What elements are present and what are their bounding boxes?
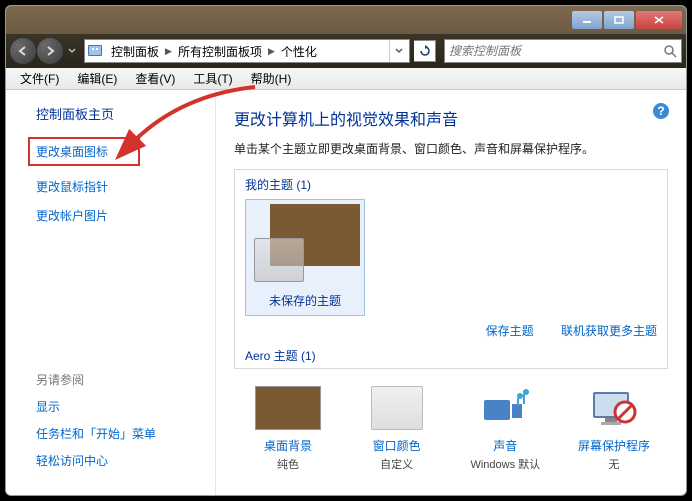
page-title: 更改计算机上的视觉效果和声音	[234, 106, 668, 130]
refresh-icon	[419, 45, 431, 57]
minimize-icon	[582, 16, 592, 24]
maximize-icon	[614, 16, 624, 24]
forward-button[interactable]	[37, 38, 63, 64]
close-icon	[654, 16, 664, 24]
get-online-themes-link[interactable]: 联机获取更多主题	[561, 324, 657, 338]
screensaver-link[interactable]: 屏幕保护程序	[564, 437, 664, 454]
themes-panel: 我的主题 (1) 未保存的主题 保存主题 联机获取更多主题 Aero 主题 (1…	[234, 169, 668, 369]
navbar: 控制面板 ▶ 所有控制面板项 ▶ 个性化	[6, 34, 686, 68]
see-also-display[interactable]: 显示	[36, 398, 156, 415]
sidebar-home-link[interactable]: 控制面板主页	[36, 104, 207, 123]
sound-icon	[455, 383, 555, 433]
menubar: 文件(F) 编辑(E) 查看(V) 工具(T) 帮助(H)	[6, 68, 686, 90]
theme-thumbnail	[250, 204, 360, 286]
see-also-taskbar[interactable]: 任务栏和「开始」菜单	[36, 425, 156, 442]
screensaver-icon	[564, 383, 664, 433]
sidebar-change-account-picture[interactable]: 更改帐户图片	[36, 207, 207, 224]
help-button[interactable]: ?	[652, 102, 670, 120]
see-also-section: 另请参阅 显示 任务栏和「开始」菜单 轻松访问中心	[36, 371, 156, 479]
back-button[interactable]	[10, 38, 36, 64]
window-color-value: 自定义	[380, 459, 413, 471]
sidebar: 控制面板主页 更改桌面图标 更改鼠标指针 更改帐户图片 另请参阅 显示 任务栏和…	[6, 90, 216, 495]
sidebar-change-mouse-pointer[interactable]: 更改鼠标指针	[36, 178, 207, 195]
sound-col: 声音 Windows 默认	[455, 383, 555, 472]
history-dropdown[interactable]	[64, 38, 80, 64]
theme-glass-swatch	[254, 238, 304, 282]
screensaver-col: 屏幕保护程序 无	[564, 383, 664, 472]
window: 控制面板 ▶ 所有控制面板项 ▶ 个性化 文件(F) 编辑(E) 查看(V) 工…	[5, 5, 687, 496]
main-pane: ? 更改计算机上的视觉效果和声音 单击某个主题立即更改桌面背景、窗口颜色、声音和…	[216, 90, 686, 495]
see-also-ease-of-access[interactable]: 轻松访问中心	[36, 452, 156, 469]
save-theme-link[interactable]: 保存主题	[486, 324, 534, 338]
menu-view[interactable]: 查看(V)	[127, 68, 183, 89]
menu-help[interactable]: 帮助(H)	[243, 68, 300, 89]
sound-link[interactable]: 声音	[455, 437, 555, 454]
sound-value: Windows 默认	[470, 459, 540, 471]
search-icon	[663, 44, 677, 58]
desktop-background-col: 桌面背景 纯色	[238, 383, 338, 472]
chevron-right-icon: ▶	[266, 46, 277, 57]
window-color-col: 窗口颜色 自定义	[347, 383, 447, 472]
control-panel-icon	[87, 43, 103, 59]
arrow-right-icon	[44, 45, 56, 57]
see-also-heading: 另请参阅	[36, 371, 156, 388]
settings-row: 桌面背景 纯色 窗口颜色 自定义 声音 Windows 默认	[234, 383, 668, 472]
minimize-button[interactable]	[572, 11, 602, 29]
chevron-down-icon	[68, 48, 76, 54]
breadcrumb-item-0[interactable]: 控制面板	[107, 40, 163, 62]
menu-file[interactable]: 文件(F)	[12, 68, 67, 89]
window-color-swatch	[347, 383, 447, 433]
page-description: 单击某个主题立即更改桌面背景、窗口颜色、声音和屏幕保护程序。	[234, 140, 668, 157]
chevron-right-icon: ▶	[163, 46, 174, 57]
screensaver-value: 无	[608, 459, 619, 471]
desktop-background-swatch	[238, 383, 338, 433]
desktop-background-value: 纯色	[277, 459, 299, 471]
window-color-link[interactable]: 窗口颜色	[347, 437, 447, 454]
arrow-left-icon	[17, 45, 29, 57]
aero-themes-heading: Aero 主题 (1)	[245, 347, 657, 364]
content: 控制面板主页 更改桌面图标 更改鼠标指针 更改帐户图片 另请参阅 显示 任务栏和…	[6, 90, 686, 495]
nav-arrows	[10, 38, 80, 64]
desktop-background-link[interactable]: 桌面背景	[238, 437, 338, 454]
search-input[interactable]	[449, 44, 663, 58]
theme-label: 未保存的主题	[250, 286, 360, 311]
sidebar-change-desktop-icons[interactable]: 更改桌面图标	[28, 137, 140, 166]
my-themes-heading: 我的主题 (1)	[245, 176, 657, 193]
address-dropdown[interactable]	[389, 40, 407, 62]
titlebar	[6, 6, 686, 34]
svg-text:?: ?	[657, 104, 664, 118]
chevron-down-icon	[395, 48, 403, 54]
breadcrumb-item-2[interactable]: 个性化	[277, 40, 321, 62]
search-box[interactable]	[444, 39, 682, 63]
maximize-button[interactable]	[604, 11, 634, 29]
breadcrumb-item-1[interactable]: 所有控制面板项	[174, 40, 266, 62]
theme-item-unsaved[interactable]: 未保存的主题	[245, 199, 365, 316]
theme-actions: 保存主题 联机获取更多主题	[245, 316, 657, 343]
refresh-button[interactable]	[414, 40, 436, 62]
close-button[interactable]	[636, 11, 682, 29]
address-bar[interactable]: 控制面板 ▶ 所有控制面板项 ▶ 个性化	[84, 39, 410, 63]
menu-tool[interactable]: 工具(T)	[185, 68, 240, 89]
help-icon: ?	[652, 102, 670, 120]
menu-edit[interactable]: 编辑(E)	[69, 68, 125, 89]
